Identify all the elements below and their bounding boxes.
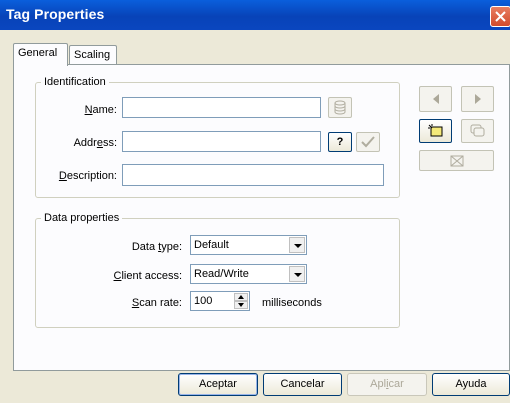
tab-scaling-label: Scaling	[74, 49, 111, 61]
duplicate-tag-button[interactable]	[461, 119, 494, 143]
tab-panel-general: Identification Name: Address: ? Descript…	[13, 64, 510, 371]
tab-scaling[interactable]: Scaling	[69, 45, 117, 64]
checkmark-icon	[361, 136, 375, 148]
close-button[interactable]	[490, 6, 510, 27]
description-label: Description:	[58, 170, 117, 182]
ok-button[interactable]: Aceptar	[178, 373, 258, 396]
apply-button[interactable]: Aplicar	[347, 373, 427, 396]
delete-icon	[450, 155, 464, 167]
new-tag-button[interactable]	[419, 119, 452, 143]
scan-rate-value: 100	[194, 295, 213, 307]
next-tag-button[interactable]	[461, 86, 494, 112]
chevron-down-icon[interactable]	[289, 266, 305, 282]
name-field[interactable]	[122, 97, 321, 118]
description-field[interactable]	[122, 164, 384, 186]
address-help-button[interactable]: ?	[328, 132, 352, 152]
name-label: Name:	[84, 104, 117, 116]
identification-legend: Identification	[41, 76, 109, 88]
chevron-down-icon[interactable]	[289, 237, 305, 253]
data-type-value: Default	[194, 239, 229, 251]
window-title: Tag Properties	[6, 6, 105, 22]
duplicate-icon	[470, 124, 485, 137]
address-field[interactable]	[122, 131, 321, 152]
question-icon: ?	[336, 136, 344, 148]
arrow-right-icon	[475, 94, 481, 104]
scan-rate-spinner[interactable]: 100	[190, 291, 250, 311]
spin-up-button[interactable]	[234, 293, 248, 301]
new-tag-icon	[428, 124, 443, 137]
client-access-value: Read/Write	[194, 268, 249, 280]
browse-name-button[interactable]	[328, 97, 352, 118]
previous-tag-button[interactable]	[419, 86, 452, 112]
data-type-label: Data type:	[131, 241, 182, 253]
arrow-down-icon	[238, 303, 244, 307]
arrow-left-icon	[433, 94, 439, 104]
tab-general[interactable]: General	[13, 43, 68, 66]
close-icon	[495, 11, 506, 22]
address-label: Address:	[73, 137, 117, 149]
scan-rate-unit: milliseconds	[262, 297, 322, 309]
database-icon	[334, 100, 346, 115]
tab-general-label: General	[18, 47, 58, 59]
title-bar[interactable]: Tag Properties	[0, 0, 510, 30]
validate-address-button[interactable]	[356, 132, 380, 152]
scan-rate-label: Scan rate:	[131, 297, 182, 309]
client-access-select[interactable]: Read/Write	[190, 264, 307, 284]
client-access-label: Client access:	[113, 270, 182, 282]
arrow-up-icon	[238, 295, 244, 299]
cancel-button[interactable]: Cancelar	[263, 373, 342, 396]
data-type-select[interactable]: Default	[190, 235, 307, 255]
spin-down-button[interactable]	[234, 301, 248, 309]
help-button[interactable]: Ayuda	[432, 373, 510, 396]
delete-tag-button[interactable]	[419, 150, 494, 171]
data-properties-legend: Data properties	[41, 212, 123, 224]
